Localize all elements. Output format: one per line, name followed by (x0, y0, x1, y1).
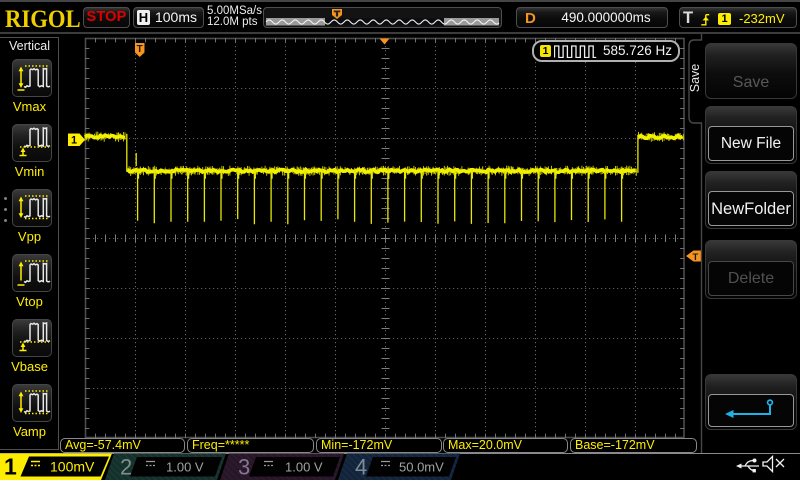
svg-text:50.0mV: 50.0mV (399, 460, 444, 475)
svg-text:1.00 V: 1.00 V (166, 460, 204, 475)
svg-text:3: 3 (238, 455, 250, 480)
svg-text:1.00 V: 1.00 V (285, 460, 323, 475)
svg-text:4: 4 (355, 455, 367, 480)
svg-text:1: 1 (4, 454, 17, 480)
svg-text:100mV: 100mV (50, 459, 95, 475)
